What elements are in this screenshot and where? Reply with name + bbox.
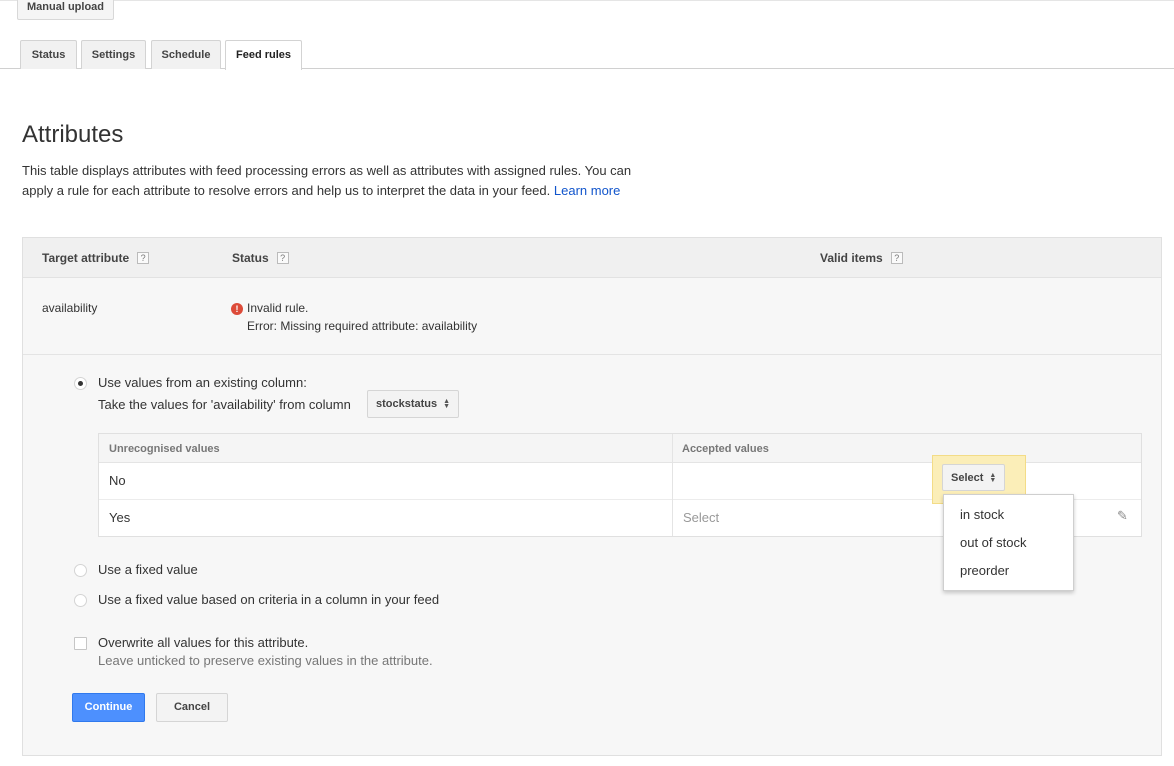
dropdown-item-out-of-stock[interactable]: out of stock xyxy=(960,535,1026,550)
dropdown-item-preorder[interactable]: preorder xyxy=(960,563,1009,578)
header-valid-items-label: Valid items xyxy=(820,251,883,265)
help-icon[interactable]: ? xyxy=(890,252,903,264)
status-error-message: Error: Missing required attribute: avail… xyxy=(247,319,478,333)
top-divider xyxy=(0,0,1174,1)
radio-existing-column[interactable] xyxy=(74,377,87,390)
radio-fixed-value[interactable] xyxy=(74,564,87,577)
unrecognised-value: No xyxy=(109,473,126,488)
help-icon[interactable]: ? xyxy=(137,252,150,264)
table-row[interactable]: availability ! Invalid rule. Error: Miss… xyxy=(23,278,1161,355)
header-target-attribute: Target attribute ? xyxy=(42,251,150,265)
option-existing-column-label: Use values from an existing column: xyxy=(98,375,307,390)
col-accepted-values: Accepted values xyxy=(682,443,769,455)
status-title: Invalid rule. xyxy=(247,301,309,315)
header-valid-items: Valid items ? xyxy=(820,251,903,265)
overwrite-hint: Leave unticked to preserve existing valu… xyxy=(98,653,433,668)
error-icon: ! xyxy=(231,303,243,315)
page-title: Attributes xyxy=(22,121,124,148)
header-status-label: Status xyxy=(232,251,269,265)
table-header: Target attribute ? Status ? Valid items … xyxy=(23,238,1161,278)
updown-icon: ▲ ▼ xyxy=(989,471,997,484)
radio-fixed-criteria[interactable] xyxy=(74,594,87,607)
accepted-values-dropdown: in stock out of stock preorder xyxy=(943,494,1074,591)
column-select-value: stockstatus xyxy=(376,398,438,410)
column-select[interactable]: stockstatus ▲ ▼ xyxy=(367,390,460,418)
unrecognised-value: Yes xyxy=(109,510,131,525)
tab-settings[interactable]: Settings xyxy=(81,40,146,69)
option-fixed-value-label: Use a fixed value xyxy=(98,562,198,577)
continue-button[interactable]: Continue xyxy=(72,693,145,722)
dropdown-item-in-stock[interactable]: in stock xyxy=(960,507,1004,522)
page-description: This table displays attributes with feed… xyxy=(22,161,662,201)
attribute-name: availability xyxy=(42,301,98,315)
pencil-icon[interactable]: ✎ xyxy=(1117,508,1128,524)
tab-feed-rules[interactable]: Feed rules xyxy=(225,40,302,70)
column-divider xyxy=(672,434,673,536)
help-icon[interactable]: ? xyxy=(276,252,289,264)
description-text: This table displays attributes with feed… xyxy=(22,163,632,198)
option-fixed-criteria-label: Use a fixed value based on criteria in a… xyxy=(98,592,440,607)
header-status: Status ? xyxy=(232,251,289,265)
tab-bar: Status Settings Schedule Feed rules xyxy=(0,40,1174,70)
attributes-table: Target attribute ? Status ? Valid items … xyxy=(22,237,1162,756)
select-label: Select xyxy=(951,471,984,484)
overwrite-checkbox[interactable] xyxy=(74,637,87,650)
accepted-value-select-open[interactable]: Select ▲ ▼ xyxy=(942,464,1006,491)
accepted-value-select[interactable]: Select xyxy=(683,510,719,525)
header-target-attribute-label: Target attribute xyxy=(42,251,130,265)
updown-icon: ▲ ▼ xyxy=(443,398,451,410)
manual-upload-button[interactable]: Manual upload xyxy=(17,0,114,20)
learn-more-link[interactable]: Learn more xyxy=(554,183,620,198)
tab-status[interactable]: Status xyxy=(20,40,77,69)
take-values-text: Take the values for 'availability' from … xyxy=(98,397,351,412)
tab-schedule[interactable]: Schedule xyxy=(151,40,221,69)
cancel-button[interactable]: Cancel xyxy=(156,693,228,722)
overwrite-label: Overwrite all values for this attribute. xyxy=(98,635,309,650)
col-unrecognised-values: Unrecognised values xyxy=(109,443,220,455)
